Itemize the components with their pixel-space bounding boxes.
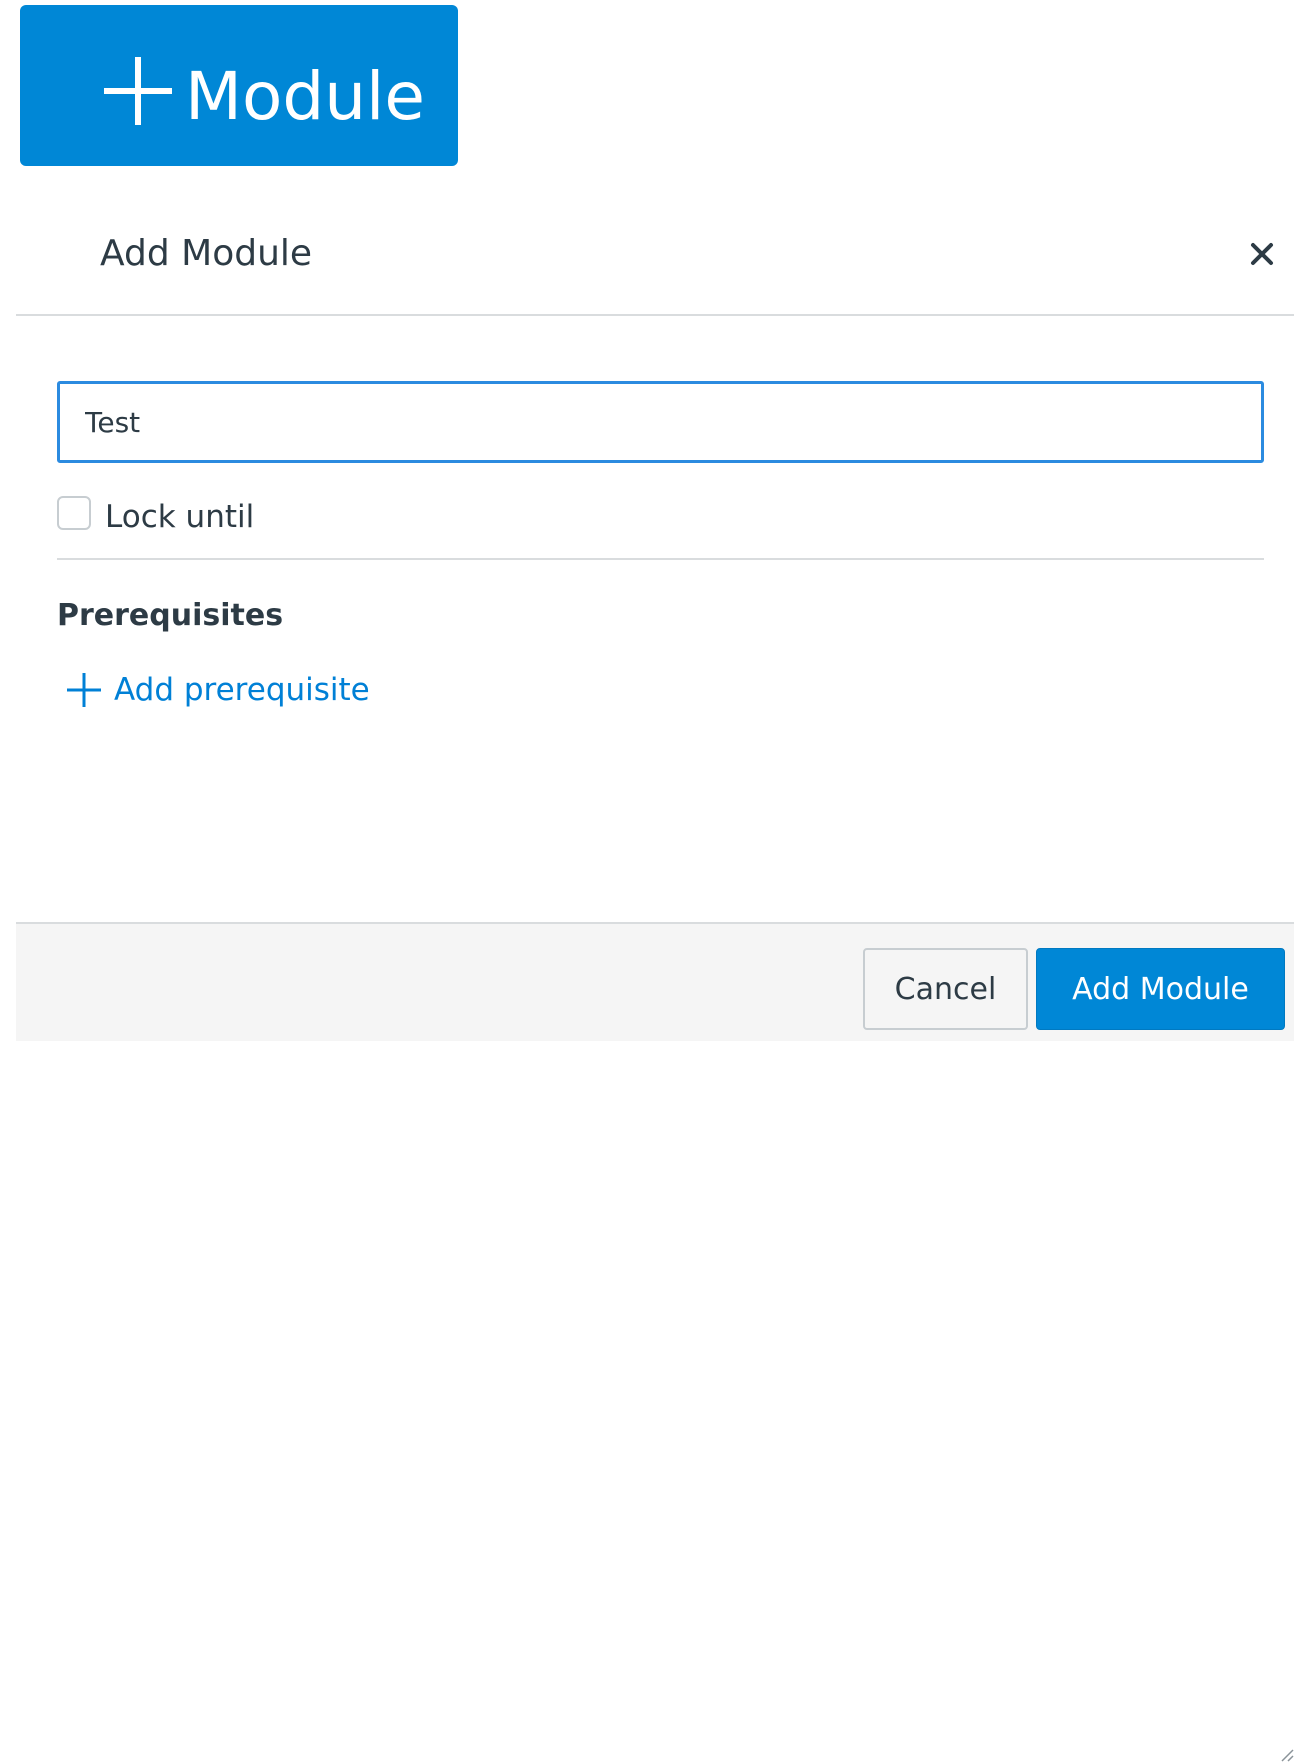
- dialog-header: Add Module: [16, 188, 1294, 316]
- cancel-button[interactable]: Cancel: [863, 948, 1028, 1030]
- module-button-label: Module: [185, 58, 425, 135]
- dialog-footer: Cancel Add Module: [16, 922, 1294, 1762]
- divider: [57, 558, 1264, 560]
- lock-until-checkbox[interactable]: [57, 496, 91, 530]
- add-module-submit-button[interactable]: Add Module: [1036, 948, 1285, 1030]
- plus-icon: [67, 673, 101, 707]
- resize-grip-icon[interactable]: [1278, 1746, 1294, 1762]
- lock-until-label[interactable]: Lock until: [105, 497, 254, 537]
- close-icon[interactable]: [1248, 240, 1276, 268]
- add-prerequisite-link[interactable]: Add prerequisite: [66, 668, 406, 712]
- dialog-title: Add Module: [100, 233, 313, 274]
- module-name-input[interactable]: [57, 381, 1264, 463]
- add-module-toolbar-button[interactable]: Module: [20, 5, 458, 166]
- lock-until-row[interactable]: Lock until: [57, 493, 457, 543]
- plus-icon: [104, 57, 172, 125]
- add-prerequisite-label: Add prerequisite: [114, 672, 370, 708]
- prerequisites-heading: Prerequisites: [57, 598, 284, 633]
- add-module-dialog: Add Module Lock until Prerequisites Add …: [16, 188, 1294, 1762]
